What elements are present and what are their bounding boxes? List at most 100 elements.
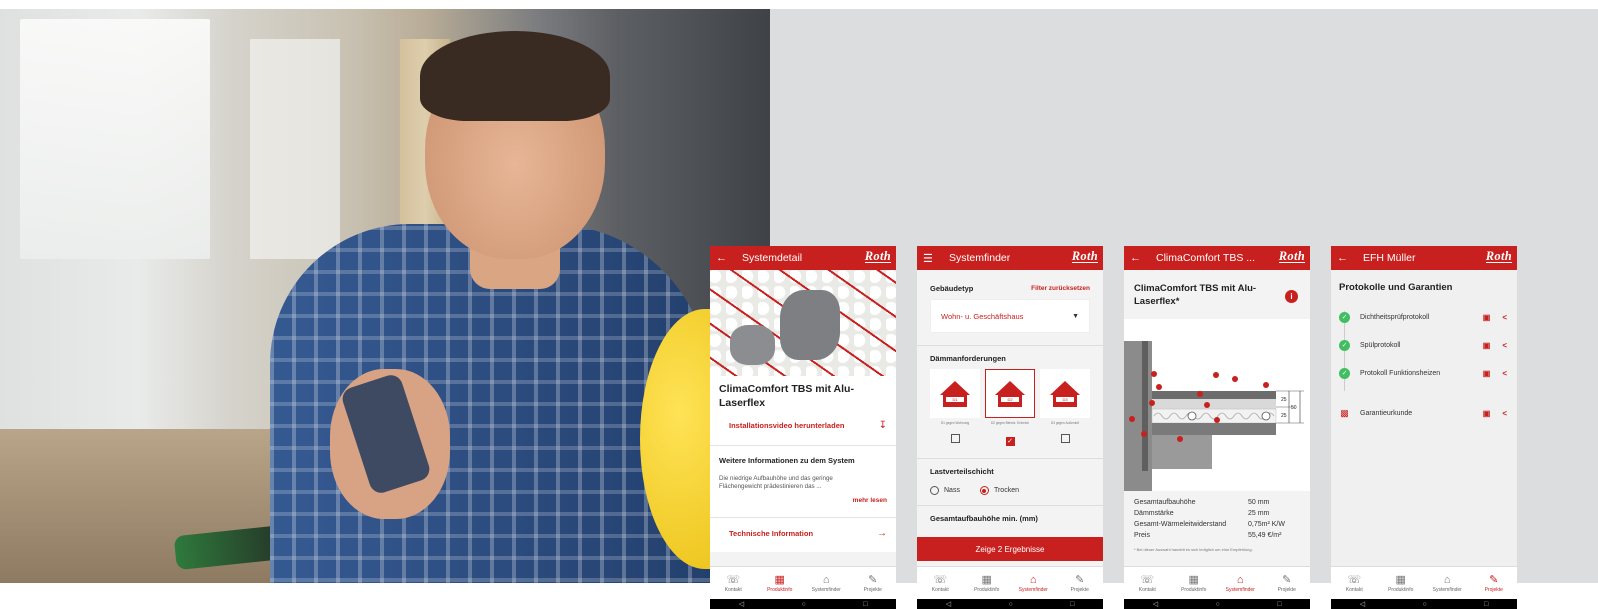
nav-projekte[interactable]: ✎ Projekte bbox=[1267, 574, 1307, 593]
system-recents-icon[interactable]: □ bbox=[1277, 601, 1281, 608]
screen-title: EFH Müller bbox=[1363, 252, 1416, 264]
nav-projekte[interactable]: ✎ Projekte bbox=[853, 574, 893, 593]
insulation-option-d1[interactable]: D1 D1 gegen Wohnung bbox=[930, 369, 980, 448]
nav-kontakt[interactable]: ☏ Kontakt bbox=[1127, 574, 1167, 593]
nav-systemfinder[interactable]: ⌂ Systemfinder bbox=[1013, 574, 1053, 593]
back-arrow-icon[interactable]: ← bbox=[1130, 252, 1146, 264]
svg-text:D2: D2 bbox=[1007, 397, 1013, 402]
tech-info-row[interactable]: Technische Information → bbox=[719, 528, 887, 539]
share-icon[interactable]: < bbox=[1502, 409, 1507, 418]
download-row[interactable]: Installationsvideo herunterladen ↧ bbox=[719, 420, 887, 431]
system-home-icon[interactable]: ○ bbox=[1008, 601, 1012, 608]
phone-icon: ☏ bbox=[726, 573, 741, 586]
barcode-icon: ▦ bbox=[774, 573, 785, 586]
radio-circle[interactable] bbox=[930, 486, 939, 495]
radio-nass[interactable]: Nass bbox=[930, 486, 960, 495]
nav-projekte[interactable]: ✎ Projekte bbox=[1060, 574, 1100, 593]
roth-logo: Roth bbox=[864, 249, 891, 263]
insulation-checkbox-d1[interactable] bbox=[950, 434, 960, 443]
protocol-item[interactable]: ✓ Protokoll Funktionsheizen ▣ < bbox=[1339, 359, 1509, 387]
floor-cross-section: 25 50 25 bbox=[1124, 341, 1304, 491]
read-more-link[interactable]: mehr lesen bbox=[853, 497, 887, 504]
glove-image bbox=[780, 290, 840, 360]
system-home-icon[interactable]: ○ bbox=[801, 601, 805, 608]
pdf-icon[interactable]: ▣ bbox=[1483, 341, 1491, 350]
marketing-banner: ← Systemdetail Roth ClimaComfort TBS mit… bbox=[0, 0, 1598, 609]
share-icon[interactable]: < bbox=[1502, 369, 1507, 378]
system-home-icon[interactable]: ○ bbox=[1215, 601, 1219, 608]
phone-icon: ☏ bbox=[933, 573, 948, 586]
insulation-caption: D3 gegen Außenluft bbox=[1050, 421, 1080, 425]
system-back-icon[interactable]: ◁ bbox=[1360, 600, 1365, 608]
system-nav-bar: ◁ ○ □ bbox=[917, 599, 1103, 609]
certificate-icon: ▩ bbox=[1340, 407, 1349, 418]
protocol-item[interactable]: ✓ Dichtheitsprüfprotokoll ▣ < bbox=[1339, 303, 1509, 331]
show-results-button[interactable]: Zeige 2 Ergebnisse bbox=[917, 537, 1103, 561]
system-recents-icon[interactable]: □ bbox=[1484, 601, 1488, 608]
barcode-icon: ▦ bbox=[981, 573, 992, 586]
insulation-checkbox-d2[interactable]: ✓ bbox=[1005, 437, 1015, 446]
nav-produktinfo[interactable]: ▦ Produktinfo bbox=[760, 574, 800, 593]
pdf-icon[interactable]: ▣ bbox=[1483, 409, 1491, 418]
nav-systemfinder[interactable]: ⌂ Systemfinder bbox=[806, 574, 846, 593]
reset-filter-link[interactable]: Filter zurücksetzen bbox=[1031, 285, 1090, 292]
bottom-nav: ☏ Kontakt ▦ Produktinfo ⌂ Systemfinder ✎ Pro… bbox=[917, 566, 1103, 599]
system-back-icon[interactable]: ◁ bbox=[946, 600, 951, 608]
barcode-icon: ▦ bbox=[1188, 573, 1199, 586]
app-bar: ☰ Systemfinder Roth bbox=[917, 246, 1103, 270]
check-icon: ✓ bbox=[1339, 311, 1350, 323]
radio-circle-selected[interactable] bbox=[979, 486, 989, 495]
document-edit-icon: ✎ bbox=[1489, 573, 1499, 586]
insulation-checkbox-d3[interactable] bbox=[1060, 434, 1070, 443]
insulation-option-d2[interactable]: D2 D2 gegen Beheiz. Erdreich ✓ bbox=[985, 369, 1035, 448]
nav-produktinfo[interactable]: ▦ Produktinfo bbox=[967, 574, 1007, 593]
system-nav-bar: ◁ ○ □ bbox=[1124, 599, 1310, 609]
nav-produktinfo[interactable]: ▦ Produktinfo bbox=[1381, 574, 1421, 593]
system-back-icon[interactable]: ◁ bbox=[739, 600, 744, 608]
menu-icon[interactable]: ☰ bbox=[923, 252, 939, 265]
tech-info-link[interactable]: Technische Information bbox=[729, 529, 813, 538]
spec-table: Gesamtaufbauhöhe 50 mm Dämmstärke 25 mm Ge… bbox=[1124, 491, 1310, 559]
total-height-label: Gesamtaufbauhöhe min. (mm) bbox=[930, 514, 1038, 523]
insulation-option-d3[interactable]: D3 D3 gegen Außenluft bbox=[1040, 369, 1090, 448]
radio-trocken[interactable]: Trocken bbox=[979, 486, 1019, 495]
share-icon[interactable]: < bbox=[1502, 341, 1507, 350]
glove-image bbox=[730, 325, 775, 365]
phone-project: ← EFH Müller Roth Protokolle und Garanti… bbox=[1331, 246, 1517, 609]
back-arrow-icon[interactable]: ← bbox=[1337, 252, 1353, 264]
dim-label: 25 bbox=[1281, 397, 1287, 403]
system-back-icon[interactable]: ◁ bbox=[1153, 600, 1158, 608]
check-icon: ✓ bbox=[1339, 339, 1350, 351]
building-type-select[interactable]: Wohn- u. Geschäftshaus ▼ bbox=[930, 299, 1090, 333]
download-video-link[interactable]: Installationsvideo herunterladen bbox=[729, 421, 844, 430]
building-type-value: Wohn- u. Geschäftshaus bbox=[941, 311, 1024, 321]
svg-text:D1: D1 bbox=[952, 397, 958, 402]
pdf-icon[interactable]: ▣ bbox=[1483, 313, 1491, 322]
protocol-item[interactable]: ▩ Garantieurkunde ▣ < bbox=[1339, 399, 1509, 427]
nav-systemfinder[interactable]: ⌂ Systemfinder bbox=[1220, 574, 1260, 593]
house-icon: ⌂ bbox=[1443, 573, 1451, 586]
nav-kontakt[interactable]: ☏ Kontakt bbox=[920, 574, 960, 593]
share-icon[interactable]: < bbox=[1502, 313, 1507, 322]
building-type-label: Gebäudetyp bbox=[930, 284, 974, 293]
divider bbox=[917, 505, 1103, 506]
nav-kontakt[interactable]: ☏ Kontakt bbox=[713, 574, 753, 593]
info-icon[interactable]: i bbox=[1285, 290, 1298, 303]
nav-systemfinder[interactable]: ⌂ Systemfinder bbox=[1427, 574, 1467, 593]
system-recents-icon[interactable]: □ bbox=[1070, 601, 1074, 608]
detail-card: ClimaComfort TBS mit Alu-Laserflex Insta… bbox=[710, 376, 896, 552]
protocol-item[interactable]: ✓ Spülprotokoll ▣ < bbox=[1339, 331, 1509, 359]
title-section: ClimaComfort TBS mit Alu-Laserflex* i bbox=[1124, 270, 1310, 319]
system-recents-icon[interactable]: □ bbox=[863, 601, 867, 608]
barcode-icon: ▦ bbox=[1395, 573, 1406, 586]
dim-label: 50 bbox=[1291, 405, 1297, 411]
back-arrow-icon[interactable]: ← bbox=[716, 252, 732, 264]
nav-projekte[interactable]: ✎ Projekte bbox=[1474, 574, 1514, 593]
pdf-icon[interactable]: ▣ bbox=[1483, 369, 1491, 378]
system-home-icon[interactable]: ○ bbox=[1422, 601, 1426, 608]
nav-produktinfo[interactable]: ▦ Produktinfo bbox=[1174, 574, 1214, 593]
insulation-label: Dämmanforderungen bbox=[930, 354, 1006, 363]
nav-kontakt[interactable]: ☏ Kontakt bbox=[1334, 574, 1374, 593]
insulation-caption: D2 gegen Beheiz. Erdreich bbox=[990, 421, 1030, 425]
app-bar: ← ClimaComfort TBS ... Roth bbox=[1124, 246, 1310, 270]
